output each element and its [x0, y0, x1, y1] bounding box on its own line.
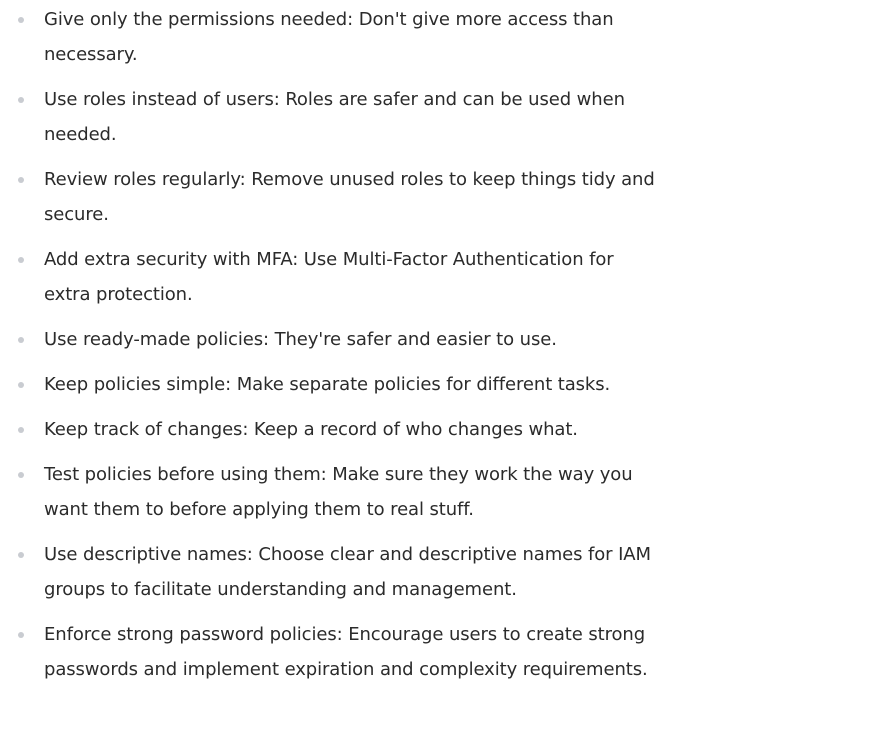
best-practices-list: Give only the permissions needed: Don't …: [0, 2, 886, 697]
list-item: Enforce strong password policies: Encour…: [0, 617, 664, 687]
bullet-dot-icon: [18, 382, 24, 388]
list-item: Keep policies simple: Make separate poli…: [0, 367, 664, 402]
list-item-text: Use ready-made policies: They're safer a…: [44, 329, 557, 350]
bullet-dot-icon: [18, 17, 24, 23]
list-item-text: Review roles regularly: Remove unused ro…: [44, 169, 655, 225]
bullet-dot-icon: [18, 177, 24, 183]
list-item-text: Add extra security with MFA: Use Multi-F…: [44, 249, 614, 305]
bullet-dot-icon: [18, 337, 24, 343]
bullet-dot-icon: [18, 257, 24, 263]
list-item: Use ready-made policies: They're safer a…: [0, 322, 664, 357]
list-item: Give only the permissions needed: Don't …: [0, 2, 664, 72]
bullet-dot-icon: [18, 427, 24, 433]
list-item: Use descriptive names: Choose clear and …: [0, 537, 664, 607]
list-item-text: Give only the permissions needed: Don't …: [44, 9, 614, 65]
bullet-dot-icon: [18, 97, 24, 103]
bullet-dot-icon: [18, 552, 24, 558]
list-item: Test policies before using them: Make su…: [0, 457, 664, 527]
list-item-text: Use roles instead of users: Roles are sa…: [44, 89, 625, 145]
list-item-text: Enforce strong password policies: Encour…: [44, 624, 648, 680]
list-item: Keep track of changes: Keep a record of …: [0, 412, 664, 447]
list-item: Add extra security with MFA: Use Multi-F…: [0, 242, 664, 312]
list-item-text: Keep policies simple: Make separate poli…: [44, 374, 611, 395]
bullet-dot-icon: [18, 632, 24, 638]
list-item-text: Use descriptive names: Choose clear and …: [44, 544, 651, 600]
list-item-text: Test policies before using them: Make su…: [44, 464, 633, 520]
list-item-text: Keep track of changes: Keep a record of …: [44, 419, 578, 440]
list-item: Review roles regularly: Remove unused ro…: [0, 162, 664, 232]
list-item: Use roles instead of users: Roles are sa…: [0, 82, 664, 152]
bullet-dot-icon: [18, 472, 24, 478]
